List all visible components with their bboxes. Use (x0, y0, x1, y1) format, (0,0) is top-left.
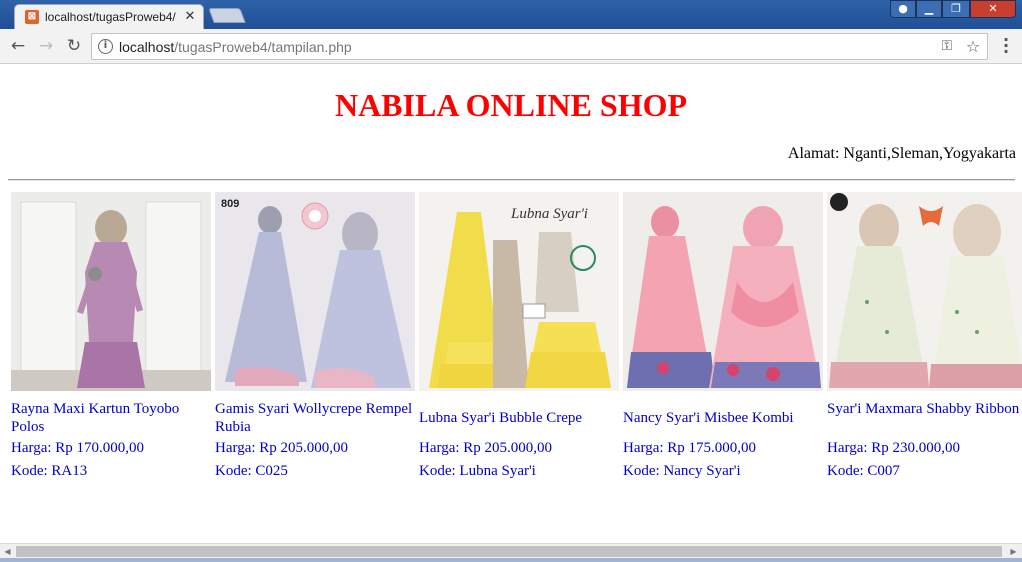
page-viewport: NABILA ONLINE SHOP Alamat: Nganti,Sleman… (0, 65, 1022, 543)
url-host: localhost (119, 39, 175, 55)
new-tab-button[interactable] (208, 8, 246, 23)
scrollbar-thumb[interactable] (16, 546, 1002, 557)
forward-arrow-icon[interactable]: → (34, 34, 58, 58)
browser-tab[interactable]: ⊠ localhost/tugasProweb4/ ✕ (14, 4, 204, 29)
product-photo[interactable]: 809 (215, 192, 415, 391)
scroll-right-icon[interactable]: ▶ (1006, 545, 1021, 558)
user-icon: ● (898, 2, 908, 15)
address-bar[interactable]: i localhost/tugasProweb4/tampilan.php ⚿ … (91, 33, 988, 60)
shop-address: Alamat: Nganti,Sleman,Yogyakarta (787, 145, 1016, 162)
horizontal-scrollbar[interactable]: ◀ ▶ (0, 543, 1022, 558)
url-path: /tugasProweb4/tampilan.php (174, 39, 352, 55)
product-photo[interactable]: Lubna Syar'i (419, 192, 619, 391)
product-code[interactable]: Kode: Lubna Syar'i (419, 462, 536, 480)
product-photo[interactable] (827, 192, 1022, 391)
product-price[interactable]: Harga: Rp 175.000,00 (623, 439, 756, 457)
key-icon[interactable]: ⚿ (938, 38, 956, 56)
product-name[interactable]: Lubna Syar'i Bubble Crepe (419, 409, 619, 427)
browser-titlebar: ⊠ localhost/tugasProweb4/ ✕ ● ▁ ❐ ✕ (0, 0, 1022, 29)
close-icon: ✕ (988, 2, 998, 15)
product-name[interactable]: Rayna Maxi Kartun Toyobo Polos (11, 400, 211, 436)
url-text[interactable]: localhost/tugasProweb4/tampilan.php (119, 39, 352, 55)
product-price[interactable]: Harga: Rp 170.000,00 (11, 439, 144, 457)
product-price[interactable]: Harga: Rp 205.000,00 (215, 439, 348, 457)
window-minimize-button[interactable]: ▁ (916, 0, 942, 18)
product-code[interactable]: Kode: C007 (827, 462, 900, 480)
tab-close-icon[interactable]: ✕ (183, 9, 197, 23)
star-icon[interactable]: ☆ (964, 37, 982, 56)
product-grid: Rayna Maxi Kartun Toyobo Polos Harga: Rp… (11, 192, 1022, 492)
product-name[interactable]: Gamis Syari Wollycrepe Rempel Rubia (215, 400, 415, 436)
tab-title: localhost/tugasProweb4/ (45, 10, 176, 24)
product-photo[interactable] (623, 192, 823, 391)
product-name[interactable]: Syar'i Maxmara Shabby Ribbon (827, 400, 1022, 418)
product-code[interactable]: Kode: Nancy Syar'i (623, 462, 741, 480)
horizontal-rule (8, 179, 1015, 181)
photo-label: Lubna Syar'i (510, 206, 588, 222)
product-photo[interactable] (11, 192, 211, 391)
product-code[interactable]: Kode: RA13 (11, 462, 87, 480)
browser-toolbar: ← → ↻ i localhost/tugasProweb4/tampilan.… (0, 29, 1022, 64)
product-price[interactable]: Harga: Rp 230.000,00 (827, 439, 960, 457)
window-maximize-button[interactable]: ❐ (942, 0, 970, 18)
minimize-icon: ▁ (924, 2, 934, 15)
product-price[interactable]: Harga: Rp 205.000,00 (419, 439, 552, 457)
back-arrow-icon[interactable]: ← (6, 34, 30, 58)
page-title: NABILA ONLINE SHOP (334, 87, 688, 123)
info-icon[interactable]: i (98, 39, 113, 54)
taskbar-edge (0, 558, 1022, 562)
restore-icon: ❐ (951, 2, 961, 15)
favicon-icon: ⊠ (25, 10, 39, 24)
reload-icon[interactable]: ↻ (62, 34, 86, 58)
product-name[interactable]: Nancy Syar'i Misbee Kombi (623, 409, 823, 427)
window-close-button[interactable]: ✕ (970, 0, 1016, 18)
window-user-button[interactable]: ● (890, 0, 916, 18)
kebab-menu-icon[interactable]: · · · (998, 32, 1014, 60)
scroll-left-icon[interactable]: ◀ (0, 545, 15, 558)
photo-label: 809 (221, 198, 239, 210)
product-code[interactable]: Kode: C025 (215, 462, 288, 480)
